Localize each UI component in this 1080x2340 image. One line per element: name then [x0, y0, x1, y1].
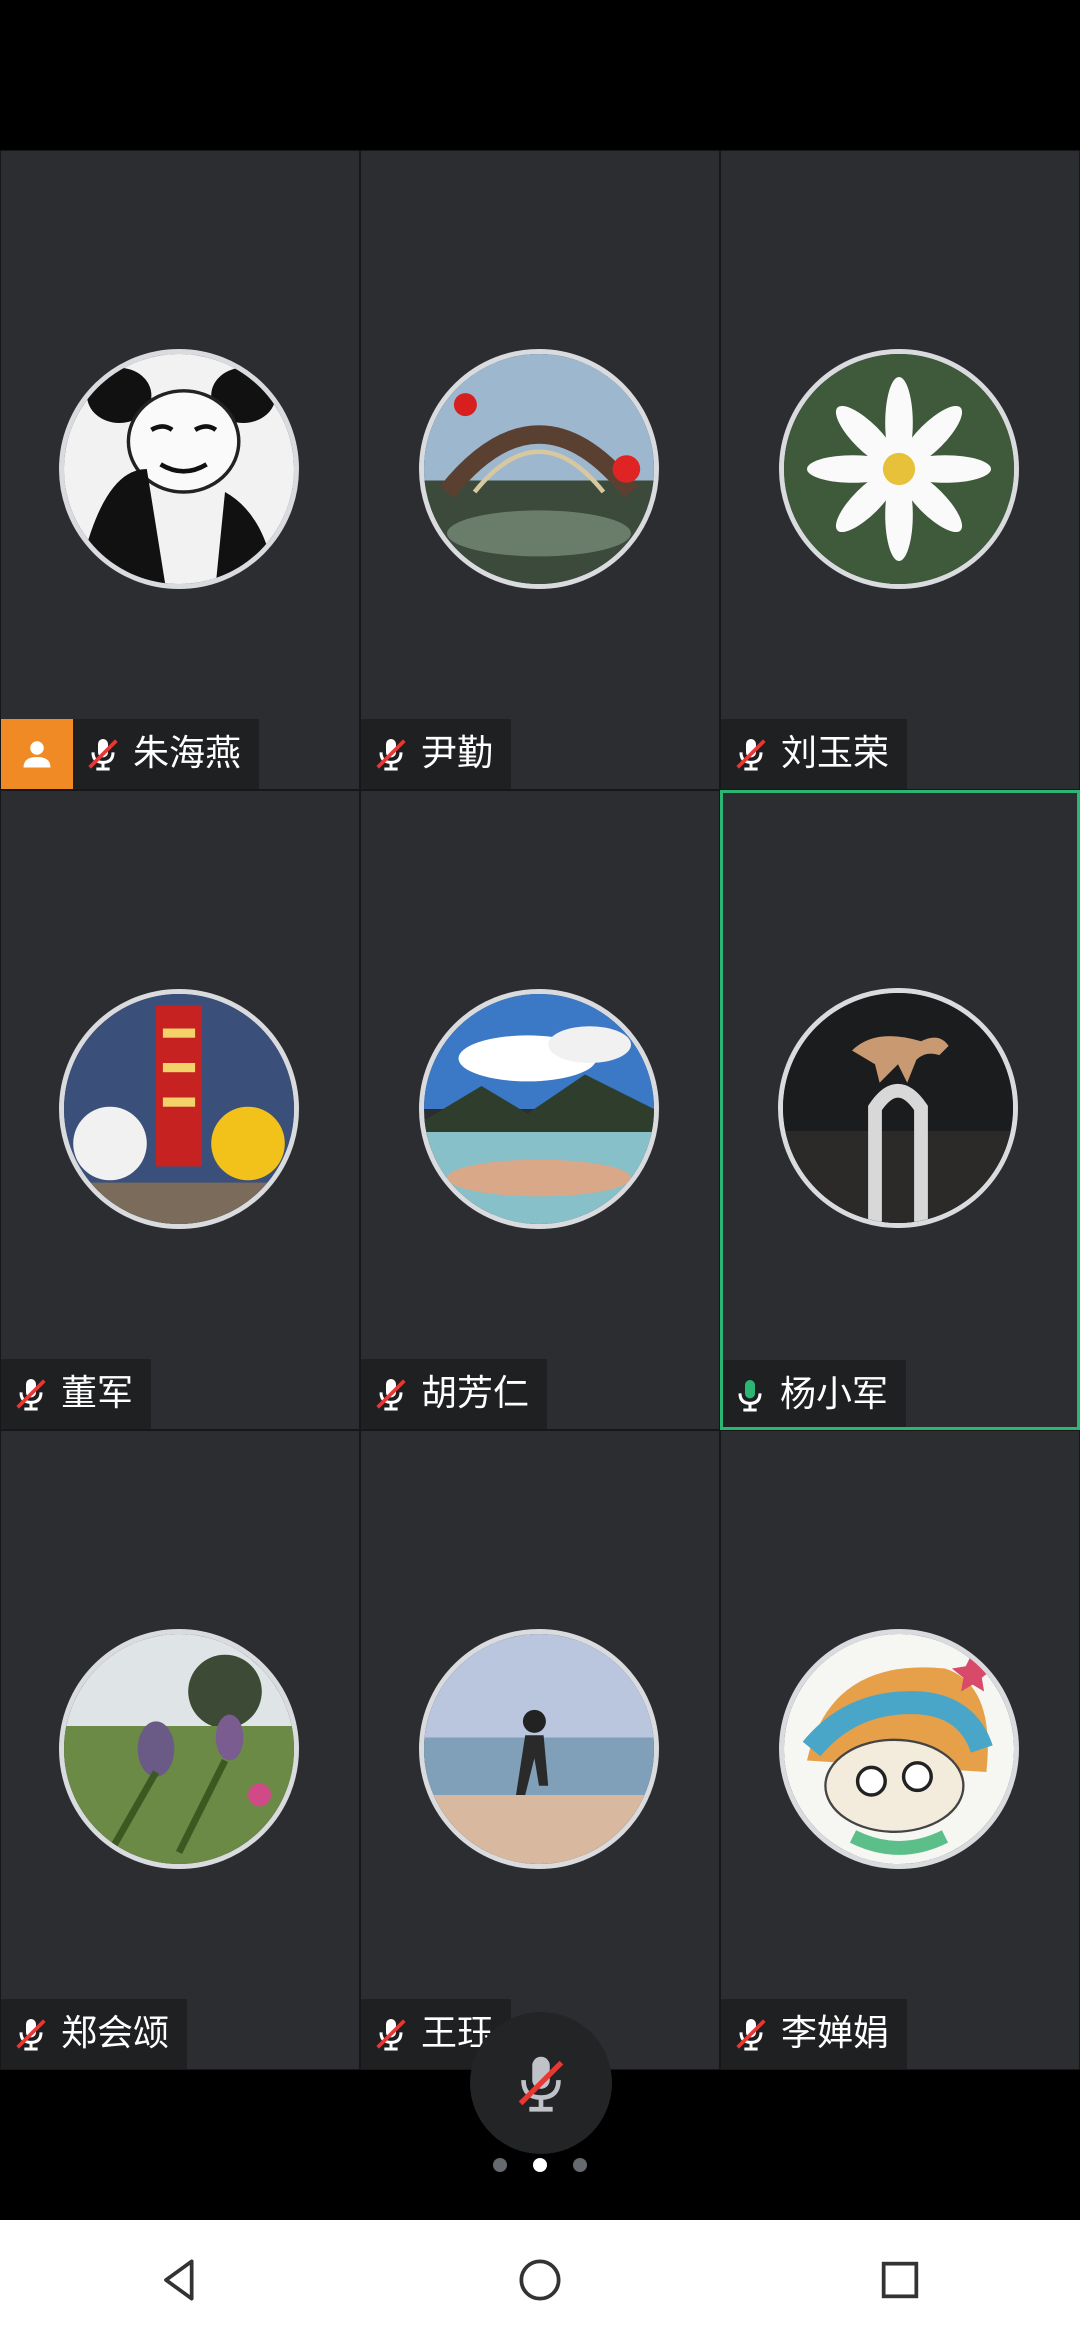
participant-name: 郑会颂: [61, 2013, 170, 2054]
participant-tile[interactable]: 郑会颂: [0, 1430, 360, 2070]
participant-tile[interactable]: 李婵娟: [720, 1430, 1080, 2070]
participant-name: 刘玉荣: [781, 733, 890, 774]
avatar-bridge: [419, 349, 659, 589]
participant-name: 尹勤: [421, 733, 494, 774]
back-icon: [164, 2259, 194, 2301]
page-dot-active[interactable]: [533, 2158, 547, 2172]
name-tag: 朱海燕: [1, 719, 260, 789]
participant-tile[interactable]: 刘玉荣: [720, 150, 1080, 790]
avatar-beach-person: [419, 1629, 659, 1869]
recents-button[interactable]: [855, 2235, 945, 2325]
system-nav-bar: [0, 2220, 1080, 2340]
name-tag: 杨小军: [723, 1360, 907, 1427]
participant-name: 杨小军: [780, 1374, 889, 1415]
participant-name: 胡芳仁: [421, 1373, 530, 1414]
avatar-panda-meme: [59, 349, 299, 589]
name-tag: 刘玉荣: [721, 719, 908, 789]
avatar-lion-dance: [59, 989, 299, 1229]
avatar-wildflowers: [59, 1629, 299, 1869]
home-icon: [519, 2259, 561, 2301]
mic-muted-icon: [721, 1999, 781, 2069]
mic-muted-icon: [518, 2056, 564, 2112]
home-button[interactable]: [495, 2235, 585, 2325]
video-grid: 朱海燕 尹勤 刘玉荣 董军 胡芳仁 杨小军 郑会颂 王珏 李婵娟: [0, 150, 1080, 2070]
mic-muted-icon: [73, 719, 133, 789]
name-tag: 李婵娟: [721, 1999, 908, 2069]
page-dot[interactable]: [493, 2158, 507, 2172]
participant-name: 朱海燕: [133, 733, 242, 774]
mic-muted-icon: [361, 719, 421, 789]
recents-icon: [881, 2261, 919, 2299]
mic-muted-icon: [361, 1999, 421, 2069]
avatar-lake: [419, 989, 659, 1229]
back-button[interactable]: [135, 2235, 225, 2325]
name-tag: 胡芳仁: [361, 1359, 548, 1429]
mute-toggle-button[interactable]: [470, 2012, 612, 2154]
participant-name: 董军: [61, 1373, 134, 1414]
participant-tile[interactable]: 胡芳仁: [360, 790, 720, 1430]
participant-tile[interactable]: 董军: [0, 790, 360, 1430]
name-tag: 郑会颂: [1, 1999, 188, 2069]
participant-tile[interactable]: 王珏: [360, 1430, 720, 2070]
avatar-horse-sculpture: [778, 988, 1018, 1228]
page-indicator: [0, 2150, 1080, 2180]
page-dot[interactable]: [573, 2158, 587, 2172]
mic-muted-icon: [721, 719, 781, 789]
person-icon: [23, 741, 51, 768]
avatar-cartoon-girl: [779, 1629, 1019, 1869]
host-badge: [1, 719, 73, 789]
mic-muted-icon: [1, 1999, 61, 2069]
participant-tile-speaking[interactable]: 杨小军: [720, 790, 1080, 1430]
top-bar: [0, 0, 1080, 150]
mic-muted-icon: [361, 1359, 421, 1429]
name-tag: 董军: [1, 1359, 152, 1429]
mic-muted-icon: [1, 1359, 61, 1429]
mic-active-icon: [723, 1360, 780, 1427]
name-tag: 尹勤: [361, 719, 512, 789]
avatar-flower: [779, 349, 1019, 589]
participant-tile[interactable]: 尹勤: [360, 150, 720, 790]
participant-tile[interactable]: 朱海燕: [0, 150, 360, 790]
participant-name: 李婵娟: [781, 2013, 890, 2054]
